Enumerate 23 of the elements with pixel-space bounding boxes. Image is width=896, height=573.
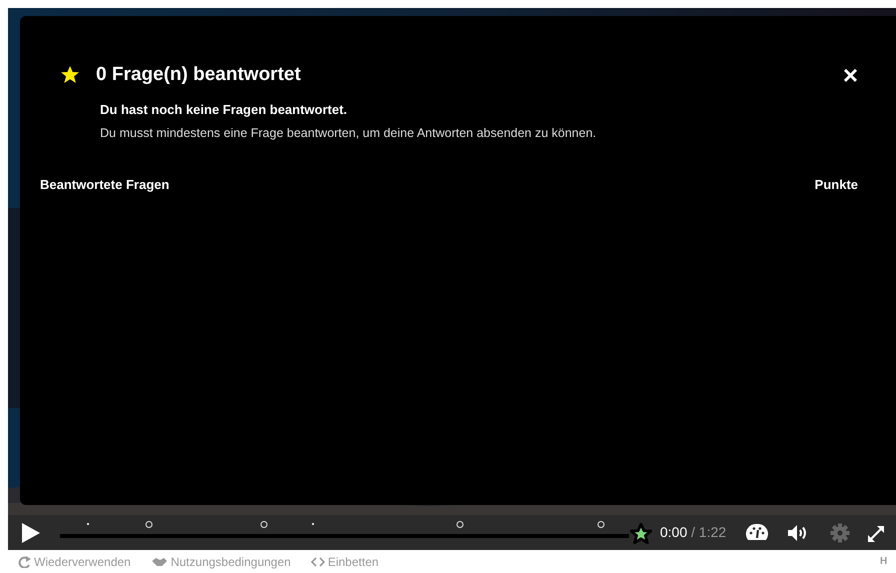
fullscreen-icon[interactable] (868, 524, 884, 542)
current-time: 0:00 (660, 524, 688, 540)
marker-circle[interactable] (260, 520, 268, 528)
footer-link[interactable]: Einbetten (328, 552, 379, 570)
summary-heading: Du hast noch keine Fragen beantwortet. (100, 101, 348, 119)
logo-text: H (880, 555, 888, 569)
footer-link[interactable]: Wiederverwenden (34, 552, 131, 570)
reload-icon (18, 556, 31, 568)
speedometer-icon[interactable] (746, 522, 768, 542)
close-button[interactable]: × (842, 62, 858, 88)
play-icon[interactable] (22, 522, 40, 542)
marker-circle[interactable] (146, 520, 153, 528)
column-header: Beantwortete Fragen (40, 176, 170, 194)
code-icon (310, 556, 325, 568)
marker-circle[interactable] (456, 520, 464, 528)
dialog-title: 0 Frage(n) beantwortet (96, 64, 301, 86)
star-icon[interactable] (630, 522, 652, 544)
footer-link[interactable]: Nutzungsbedingungen (170, 552, 291, 570)
star-icon (60, 65, 80, 85)
summary-message: Du musst mindestens eine Frage beantworten, um deine Antworten absenden zu können. (100, 124, 598, 142)
total-time: / 1:22 (691, 524, 726, 540)
marker-circle[interactable] (597, 520, 604, 528)
column-header: Punkte (814, 176, 858, 194)
